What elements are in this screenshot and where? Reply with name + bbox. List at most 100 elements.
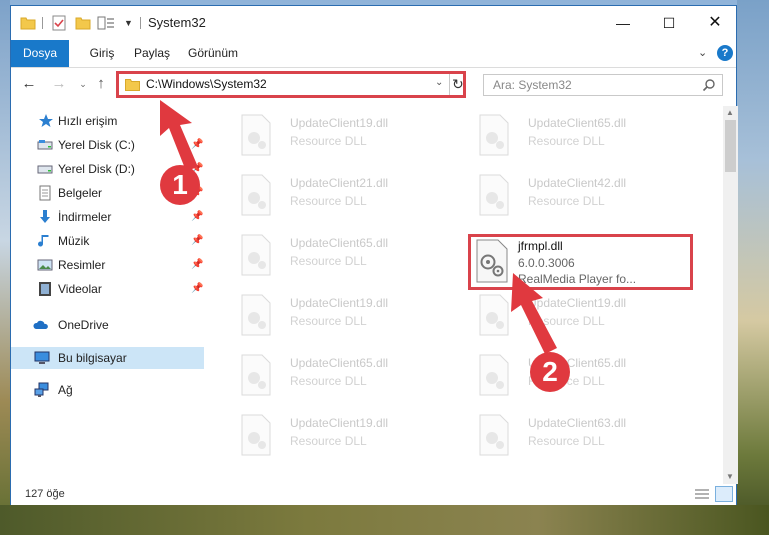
dll-file-icon — [241, 354, 271, 396]
documents-icon — [39, 185, 51, 201]
dll-file-icon — [479, 114, 509, 156]
status-bar: 127 öğe — [11, 484, 736, 505]
file-name: UpdateClient19.dll — [290, 116, 389, 130]
scroll-up-icon[interactable]: ▲ — [726, 108, 734, 117]
onedrive-icon — [33, 320, 48, 329]
address-dropdown-icon[interactable]: ⌄ — [435, 77, 443, 88]
scroll-down-icon[interactable]: ▼ — [726, 472, 734, 481]
file-name: UpdateClient65.dll — [528, 116, 627, 130]
file-description: Resource DLL — [290, 254, 367, 268]
dll-file-icon — [241, 114, 271, 156]
sidebar-item-videos[interactable]: Videolar 📌 — [11, 278, 204, 300]
desktop-wallpaper-left — [0, 0, 10, 535]
file-item[interactable]: UpdateClient19.dll Resource DLL — [238, 292, 458, 346]
maximize-button[interactable]: ☐ — [646, 6, 692, 40]
quick-access-customize-icon[interactable] — [97, 15, 115, 31]
file-item[interactable]: UpdateClient21.dll Resource DLL — [238, 172, 458, 226]
file-name: UpdateClient65.dll — [290, 236, 389, 250]
pin-icon[interactable]: 📌 — [191, 254, 203, 276]
file-description: Resource DLL — [290, 134, 367, 148]
help-icon[interactable]: ? — [717, 45, 733, 61]
sidebar-item-label: Ağ — [58, 383, 73, 397]
file-description: Resource DLL — [528, 134, 605, 148]
title-bar: ▼ System32 — ☐ ✕ — [11, 6, 736, 40]
address-separator — [449, 74, 450, 95]
ribbon-expand-icon[interactable]: ⌄ — [698, 46, 707, 59]
scrollbar-thumb[interactable] — [725, 120, 736, 172]
callout-badge-1: 1 — [160, 165, 200, 205]
desktop-wallpaper-bottom — [0, 505, 769, 535]
file-name: jfrmpl.dll — [518, 239, 563, 253]
file-item[interactable]: UpdateClient42.dll Resource DLL — [476, 172, 696, 226]
annotation-arrow-2 — [511, 273, 557, 354]
file-item[interactable]: UpdateClient65.dll Resource DLL — [238, 232, 458, 286]
search-icon[interactable] — [702, 78, 716, 92]
properties-check-icon[interactable] — [51, 15, 67, 31]
tab-file[interactable]: Dosya — [11, 40, 69, 67]
sidebar-item-onedrive[interactable]: OneDrive — [11, 314, 204, 336]
refresh-icon[interactable]: ↻ — [452, 76, 464, 93]
title-separator — [140, 17, 141, 29]
file-item[interactable]: UpdateClient19.dll Resource DLL — [238, 412, 458, 466]
sidebar-item-label: Resimler — [58, 258, 106, 272]
search-input[interactable]: Ara: System32 — [493, 78, 572, 92]
pin-icon[interactable]: 📌 — [191, 206, 203, 228]
tab-home[interactable]: Giriş — [81, 40, 123, 67]
file-item[interactable]: UpdateClient19.dll Resource DLL — [238, 112, 458, 166]
navigation-bar: ← → ⌄ ↑ C:\Windows\System32 ⌄ ↻ Ara: Sys… — [11, 68, 736, 100]
details-view-icon[interactable] — [694, 487, 710, 501]
up-button[interactable]: ↑ — [91, 74, 111, 94]
desktop-wallpaper-right — [737, 0, 769, 535]
address-path[interactable]: C:\Windows\System32 — [146, 77, 267, 91]
downloads-icon — [40, 210, 50, 223]
file-item[interactable]: UpdateClient65.dll Resource DLL — [476, 112, 696, 166]
sidebar-item-label: Videolar — [58, 282, 102, 296]
sidebar-item-downloads[interactable]: İndirmeler 📌 — [11, 206, 204, 228]
vertical-scrollbar[interactable]: ▲ ▼ — [723, 106, 738, 484]
file-item[interactable]: UpdateClient65.dll Resource DLL — [238, 352, 458, 406]
quick-access-dropdown[interactable]: ▼ — [124, 15, 134, 31]
folder-icon — [20, 17, 36, 30]
window-title: System32 — [148, 15, 206, 30]
address-bar[interactable]: C:\Windows\System32 ⌄ ↻ — [116, 71, 466, 98]
this-pc-icon — [34, 351, 50, 364]
network-icon — [34, 382, 49, 397]
file-name: UpdateClient63.dll — [528, 416, 627, 430]
dll-file-icon — [479, 174, 509, 216]
file-explorer-window: ▼ System32 — ☐ ✕ Dosya Giriş Paylaş Görü… — [10, 5, 738, 505]
search-box[interactable]: Ara: System32 — [483, 74, 723, 96]
recent-locations-button[interactable]: ⌄ — [73, 74, 93, 94]
file-name: UpdateClient19.dll — [290, 416, 389, 430]
tab-share[interactable]: Paylaş — [129, 40, 175, 67]
highlighted-file-item[interactable]: jfrmpl.dll 6.0.0.3006 RealMedia Player f… — [468, 234, 693, 290]
dll-file-icon — [479, 354, 509, 396]
star-icon — [39, 114, 53, 127]
tab-view[interactable]: Görünüm — [182, 40, 244, 67]
videos-icon — [39, 282, 51, 296]
sidebar-item-label: Yerel Disk (C:) — [58, 138, 135, 152]
sidebar-item-music[interactable]: Müzik 📌 — [11, 230, 204, 252]
pin-icon[interactable]: 📌 — [191, 278, 203, 300]
new-folder-icon[interactable] — [75, 15, 91, 31]
sidebar-item-this-pc[interactable]: Bu bilgisayar — [11, 347, 204, 369]
sidebar-item-label: Bu bilgisayar — [58, 351, 127, 365]
file-name: UpdateClient21.dll — [290, 176, 389, 190]
minimize-button[interactable]: — — [600, 6, 646, 40]
file-name: UpdateClient19.dll — [290, 296, 389, 310]
close-button[interactable]: ✕ — [692, 6, 738, 40]
file-item[interactable]: UpdateClient65.dll Resource DLL — [476, 352, 696, 406]
music-icon — [38, 235, 49, 247]
large-icons-view-icon[interactable] — [715, 486, 733, 502]
file-description: Resource DLL — [290, 374, 367, 388]
back-button[interactable]: ← — [19, 74, 39, 94]
dll-file-icon — [241, 174, 271, 216]
dll-file-icon — [241, 414, 271, 456]
pin-icon[interactable]: 📌 — [191, 230, 203, 252]
forward-button[interactable]: → — [49, 74, 69, 94]
sidebar-item-pictures[interactable]: Resimler 📌 — [11, 254, 204, 276]
file-name: UpdateClient42.dll — [528, 176, 627, 190]
file-item[interactable]: UpdateClient63.dll Resource DLL — [476, 412, 696, 466]
sidebar-item-network[interactable]: Ağ — [11, 379, 204, 401]
dll-file-icon — [241, 234, 271, 276]
file-list: UpdateClient19.dll Resource DLL UpdateCl… — [208, 106, 723, 466]
